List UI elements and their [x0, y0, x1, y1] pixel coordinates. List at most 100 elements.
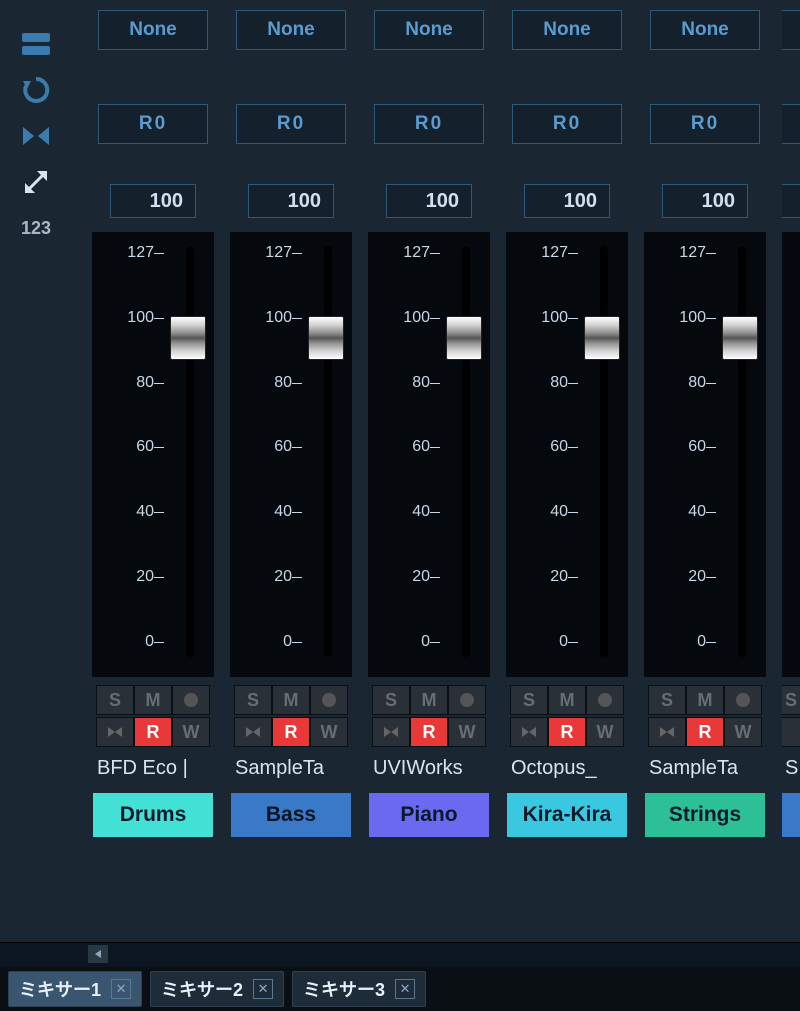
close-icon[interactable]: ✕ — [395, 979, 415, 999]
write-automation-button[interactable]: W — [448, 717, 486, 747]
solo-button[interactable]: S — [372, 685, 410, 715]
bottom-bar: ミキサー1 ✕ ミキサー2 ✕ ミキサー3 ✕ — [0, 942, 800, 1011]
horizontal-scrollbar[interactable] — [0, 943, 800, 967]
solo-button[interactable]: S — [782, 685, 800, 715]
mute-button[interactable]: M — [410, 685, 448, 715]
track-name[interactable] — [782, 793, 800, 837]
scale-tick: 100 — [654, 309, 714, 327]
scale-tick: 127 — [102, 244, 162, 262]
scale-tick: 127 — [516, 244, 576, 262]
track-name[interactable]: Drums — [93, 793, 213, 837]
solo-button[interactable]: S — [234, 685, 272, 715]
volume-value[interactable] — [782, 184, 800, 218]
close-icon[interactable]: ✕ — [111, 979, 131, 999]
scale-tick: 40 — [240, 503, 300, 521]
track-name[interactable]: Bass — [231, 793, 351, 837]
read-automation-button[interactable]: R — [410, 717, 448, 747]
expand-icon[interactable] — [16, 166, 56, 198]
scale-tick: 60 — [378, 438, 438, 456]
scale-tick: 60 — [102, 438, 162, 456]
mute-button[interactable]: M — [686, 685, 724, 715]
volume-value[interactable]: 100 — [110, 184, 196, 218]
record-button[interactable] — [172, 685, 210, 715]
volume-value[interactable]: 100 — [662, 184, 748, 218]
volume-value[interactable]: 100 — [524, 184, 610, 218]
undo-icon[interactable] — [16, 74, 56, 106]
channel-strip: None R0 100 127 100 80 60 40 20 0 — [92, 10, 214, 942]
bypass-button[interactable] — [372, 717, 410, 747]
pan-value[interactable]: R0 — [650, 104, 760, 144]
write-automation-button[interactable]: W — [310, 717, 348, 747]
close-icon[interactable]: ✕ — [253, 979, 273, 999]
fader-slot — [462, 246, 470, 657]
pan-value[interactable]: R0 — [236, 104, 346, 144]
effect-slot[interactable]: None — [98, 10, 208, 50]
solo-button[interactable]: S — [648, 685, 686, 715]
pan-value[interactable]: R0 — [374, 104, 484, 144]
fader-area: 127 100 80 60 40 20 0 — [506, 232, 628, 677]
scale-tick: 127 — [240, 244, 300, 262]
volume-value[interactable]: 100 — [248, 184, 334, 218]
read-automation-button[interactable]: R — [134, 717, 172, 747]
write-automation-button[interactable]: W — [172, 717, 210, 747]
scale-tick: 60 — [516, 438, 576, 456]
channel-number-toggle[interactable]: 123 — [21, 218, 51, 239]
mute-button[interactable]: M — [134, 685, 172, 715]
record-button[interactable] — [448, 685, 486, 715]
record-button[interactable] — [310, 685, 348, 715]
channel-strip: S S — [782, 10, 800, 942]
track-name[interactable]: Strings — [645, 793, 765, 837]
fader-handle[interactable] — [308, 316, 344, 360]
mixer-tab[interactable]: ミキサー1 ✕ — [8, 971, 142, 1007]
scale-tick: 20 — [378, 568, 438, 586]
write-automation-button[interactable]: W — [586, 717, 624, 747]
fader-area: 127 100 80 60 40 20 0 — [644, 232, 766, 677]
mute-button[interactable]: M — [548, 685, 586, 715]
effect-slot[interactable]: None — [374, 10, 484, 50]
collapse-horizontal-icon[interactable] — [16, 120, 56, 152]
fader-handle[interactable] — [584, 316, 620, 360]
mute-button[interactable]: M — [272, 685, 310, 715]
scale-tick: 0 — [516, 633, 576, 651]
scale-tick: 100 — [516, 309, 576, 327]
scale-tick: 40 — [378, 503, 438, 521]
scale-tick: 0 — [240, 633, 300, 651]
scale-tick: 80 — [654, 374, 714, 392]
volume-value[interactable]: 100 — [386, 184, 472, 218]
mixer-tab[interactable]: ミキサー3 ✕ — [292, 971, 426, 1007]
mixer-tab[interactable]: ミキサー2 ✕ — [150, 971, 284, 1007]
fader-handle[interactable] — [170, 316, 206, 360]
pan-value[interactable] — [782, 104, 800, 144]
scale-tick: 80 — [240, 374, 300, 392]
pan-value[interactable]: R0 — [98, 104, 208, 144]
write-automation-button[interactable]: W — [724, 717, 762, 747]
effect-slot[interactable]: None — [236, 10, 346, 50]
track-name[interactable]: Piano — [369, 793, 489, 837]
effect-slot[interactable] — [782, 10, 800, 50]
scroll-left-icon[interactable] — [88, 945, 108, 963]
scale-tick: 40 — [102, 503, 162, 521]
bypass-button[interactable] — [510, 717, 548, 747]
fader-handle[interactable] — [722, 316, 758, 360]
pan-value[interactable]: R0 — [512, 104, 622, 144]
plugin-label: SampleTa — [231, 757, 351, 785]
scale-tick: 0 — [378, 633, 438, 651]
read-automation-button[interactable]: R — [272, 717, 310, 747]
effect-slot[interactable]: None — [650, 10, 760, 50]
read-automation-button[interactable]: R — [548, 717, 586, 747]
track-name[interactable]: Kira-Kira — [507, 793, 627, 837]
solo-button[interactable]: S — [510, 685, 548, 715]
bypass-button[interactable] — [234, 717, 272, 747]
solo-button[interactable]: S — [96, 685, 134, 715]
fader-handle[interactable] — [446, 316, 482, 360]
record-button[interactable] — [586, 685, 624, 715]
scale-tick: 20 — [654, 568, 714, 586]
bypass-button[interactable] — [96, 717, 134, 747]
bypass-button[interactable] — [782, 717, 800, 747]
effect-slot[interactable]: None — [512, 10, 622, 50]
read-automation-button[interactable]: R — [686, 717, 724, 747]
record-button[interactable] — [724, 685, 762, 715]
plugin-label: BFD Eco | — [93, 757, 213, 785]
bypass-button[interactable] — [648, 717, 686, 747]
view-rows-icon[interactable] — [16, 28, 56, 60]
